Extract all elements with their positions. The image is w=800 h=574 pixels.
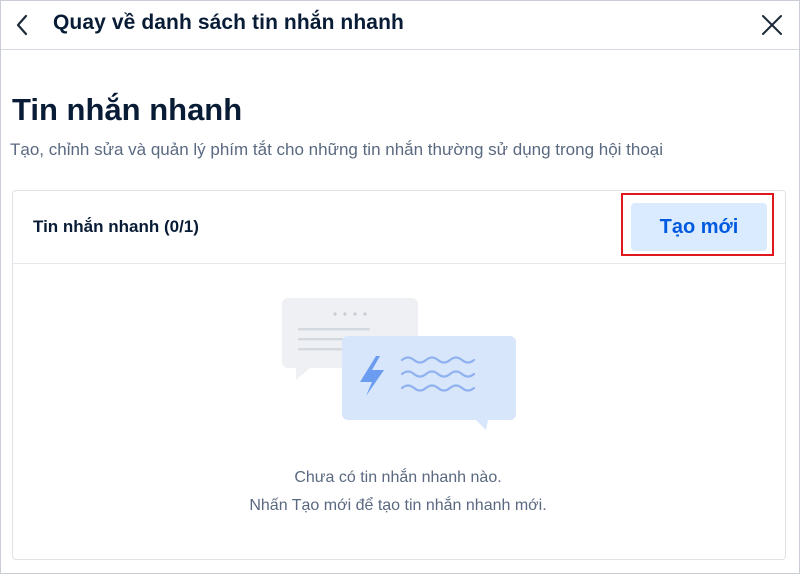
quick-messages-count-label: Tin nhắn nhanh (0/1)	[33, 217, 199, 236]
page-title: Tin nhắn nhanh	[12, 92, 243, 127]
empty-state-message: Chưa có tin nhắn nhanh nào.	[294, 469, 502, 486]
create-new-button[interactable]: Tạo mới	[631, 203, 767, 251]
blue-bubble-tail	[476, 420, 488, 430]
panel-header: Quay về danh sách tin nhắn nhanh	[1, 1, 799, 50]
dot	[333, 312, 337, 316]
text-line	[298, 328, 370, 331]
dot	[353, 312, 357, 316]
close-icon	[762, 15, 782, 35]
quick-message-bubbles-illustration	[282, 298, 516, 430]
close-button[interactable]	[757, 10, 787, 40]
page-description: Tạo, chỉnh sửa và quản lý phím tắt cho n…	[10, 140, 664, 159]
back-button[interactable]	[7, 9, 37, 41]
dot	[343, 312, 347, 316]
grey-bubble-tail	[296, 368, 310, 380]
dot	[363, 312, 367, 316]
header-title[interactable]: Quay về danh sách tin nhắn nhanh	[53, 11, 404, 35]
empty-state-hint: Nhấn Tạo mới để tạo tin nhắn nhanh mới.	[249, 497, 547, 514]
chevron-left-icon	[16, 14, 28, 36]
